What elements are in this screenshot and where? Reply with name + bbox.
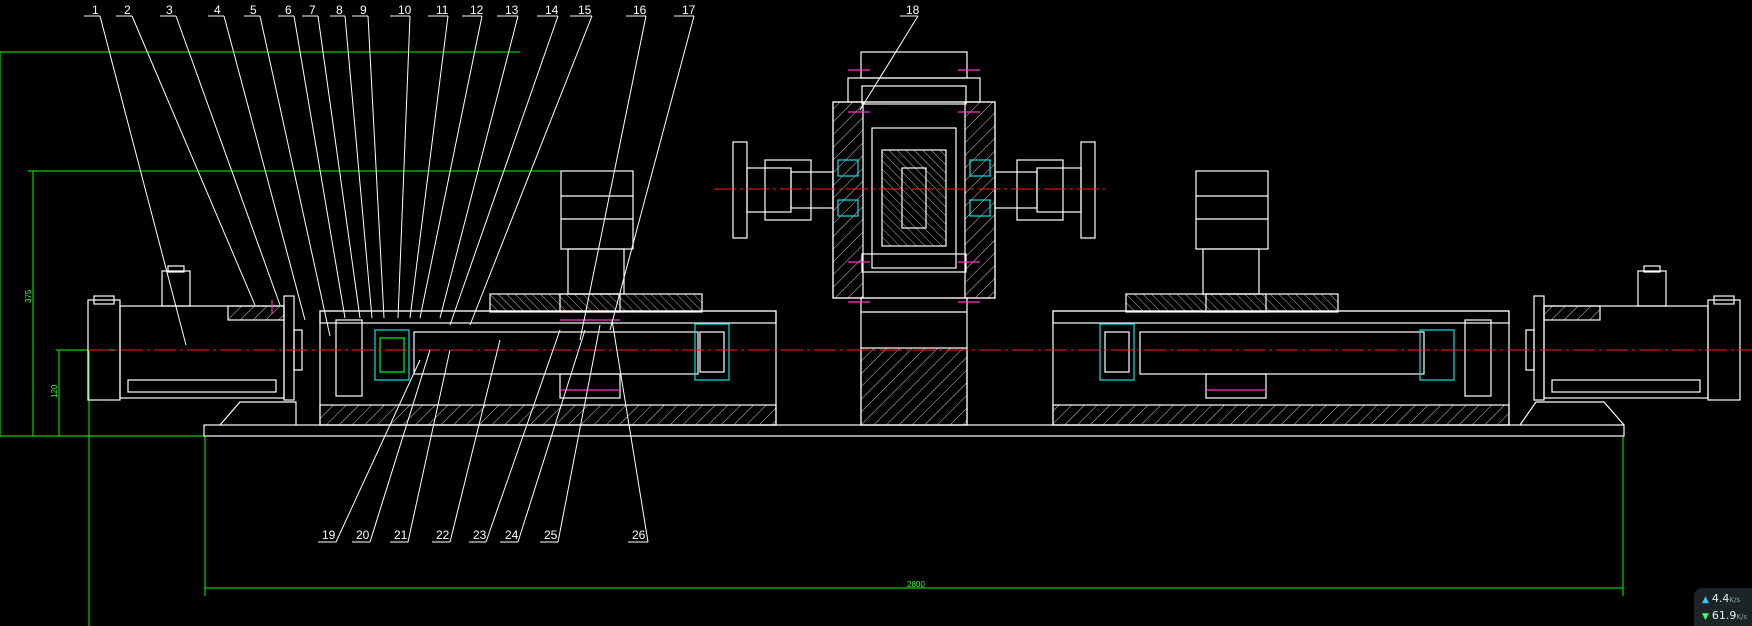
part-label: 14 <box>545 3 559 17</box>
download-value: 61.9 <box>1711 609 1737 622</box>
upload-speed: ▲ 4.4K/s <box>1702 592 1740 605</box>
arrow-down-icon: ▼ <box>1702 612 1709 622</box>
part-label: 24 <box>505 528 519 542</box>
right-motor <box>1525 265 1741 401</box>
part-label: 23 <box>473 528 487 542</box>
dimension-lines <box>0 51 1624 626</box>
part-label: 9 <box>360 3 367 17</box>
part-label: 7 <box>309 3 316 17</box>
left-gearbox <box>319 170 777 426</box>
part-label: 13 <box>505 3 519 17</box>
left-motor <box>87 265 303 401</box>
part-label: 18 <box>906 3 920 17</box>
top-part-labels: 1 2 3 4 5 6 7 8 9 10 11 12 13 14 15 16 1… <box>92 3 920 17</box>
leader-lines <box>84 15 919 543</box>
part-label: 16 <box>633 3 647 17</box>
download-speed: ▼ 61.9K/s <box>1702 609 1747 622</box>
dim-overall-height: 375 <box>24 289 33 303</box>
part-label: 11 <box>436 3 449 17</box>
dim-base-length: 2800 <box>907 580 925 589</box>
cad-drawing-canvas[interactable]: 375 120 2800 1 2 3 4 5 6 7 8 9 10 11 12 … <box>0 0 1752 626</box>
upload-value: 4.4 <box>1711 592 1730 605</box>
part-label: 10 <box>398 3 412 17</box>
part-label: 21 <box>394 528 408 542</box>
part-label: 19 <box>322 528 336 542</box>
part-label: 6 <box>285 3 292 17</box>
part-label: 1 <box>92 3 99 17</box>
part-label: 15 <box>578 3 592 17</box>
part-label: 22 <box>436 528 450 542</box>
part-label: 3 <box>166 3 173 17</box>
upload-unit: K/s <box>1729 596 1741 604</box>
part-label: 17 <box>682 3 696 17</box>
center-test-rig <box>732 51 1096 426</box>
network-speed-widget[interactable]: ▲ 4.4K/s ▼ 61.9K/s <box>1694 588 1752 626</box>
part-label: 5 <box>250 3 257 17</box>
part-label: 20 <box>356 528 370 542</box>
part-label: 4 <box>214 3 221 17</box>
part-label: 25 <box>544 528 558 542</box>
right-gearbox <box>1052 170 1510 426</box>
download-unit: K/s <box>1736 613 1748 621</box>
part-label: 26 <box>632 528 646 542</box>
part-label: 8 <box>336 3 343 17</box>
part-label: 2 <box>124 3 131 17</box>
part-label: 12 <box>470 3 484 17</box>
arrow-up-icon: ▲ <box>1702 595 1709 605</box>
dim-axis-height: 120 <box>50 384 59 398</box>
